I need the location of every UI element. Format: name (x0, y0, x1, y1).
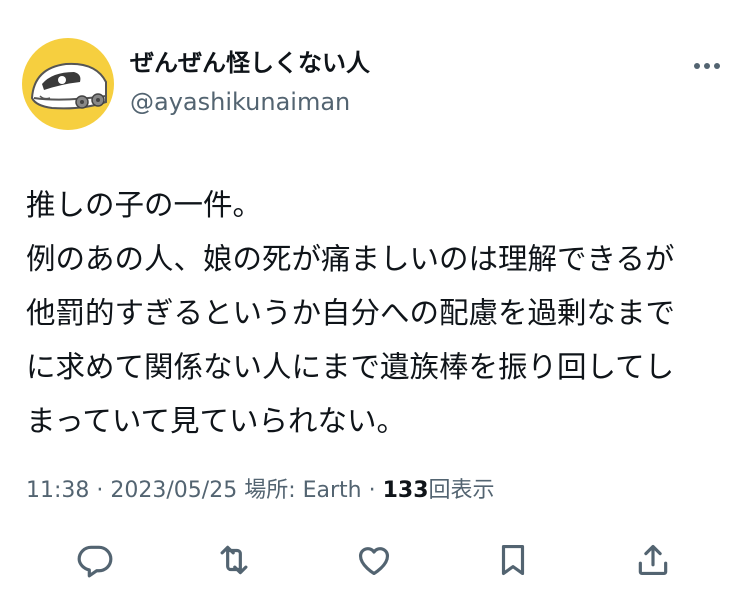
reply-button[interactable] (73, 538, 117, 582)
tweet-time[interactable]: 11:38 (26, 478, 89, 503)
display-name[interactable]: ぜんぜん怪しくない人 (130, 47, 370, 79)
tweet-text: 推しの子の一件。 例のあの人、娘の死が痛ましいのは理解できるが 他罰的すぎるとい… (26, 188, 676, 438)
avatar[interactable] (22, 38, 114, 130)
tweet-meta: 11:38 · 2023/05/25 場所: Earth · 133回表示 (26, 476, 495, 506)
tweet-location: 場所: Earth (237, 478, 362, 503)
bookmark-button[interactable] (491, 538, 535, 582)
reply-icon (77, 545, 113, 578)
views-label: 回表示 (428, 478, 495, 503)
views-count[interactable]: 133 (383, 478, 429, 503)
retweet-button[interactable] (212, 538, 256, 582)
retweet-icon (220, 545, 248, 575)
meta-separator: · (89, 478, 111, 503)
heart-icon (358, 547, 390, 576)
like-button[interactable] (352, 538, 396, 582)
more-options-icon[interactable] (690, 54, 724, 78)
bookmark-icon (501, 544, 525, 576)
share-icon (638, 544, 668, 576)
action-bar (0, 538, 750, 582)
share-button[interactable] (631, 538, 675, 582)
meta-separator: · (361, 478, 383, 503)
shinkansen-avatar-icon (30, 62, 107, 110)
user-handle[interactable]: @ayashikunaiman (130, 86, 350, 118)
tweet-date[interactable]: 2023/05/25 (110, 478, 237, 503)
